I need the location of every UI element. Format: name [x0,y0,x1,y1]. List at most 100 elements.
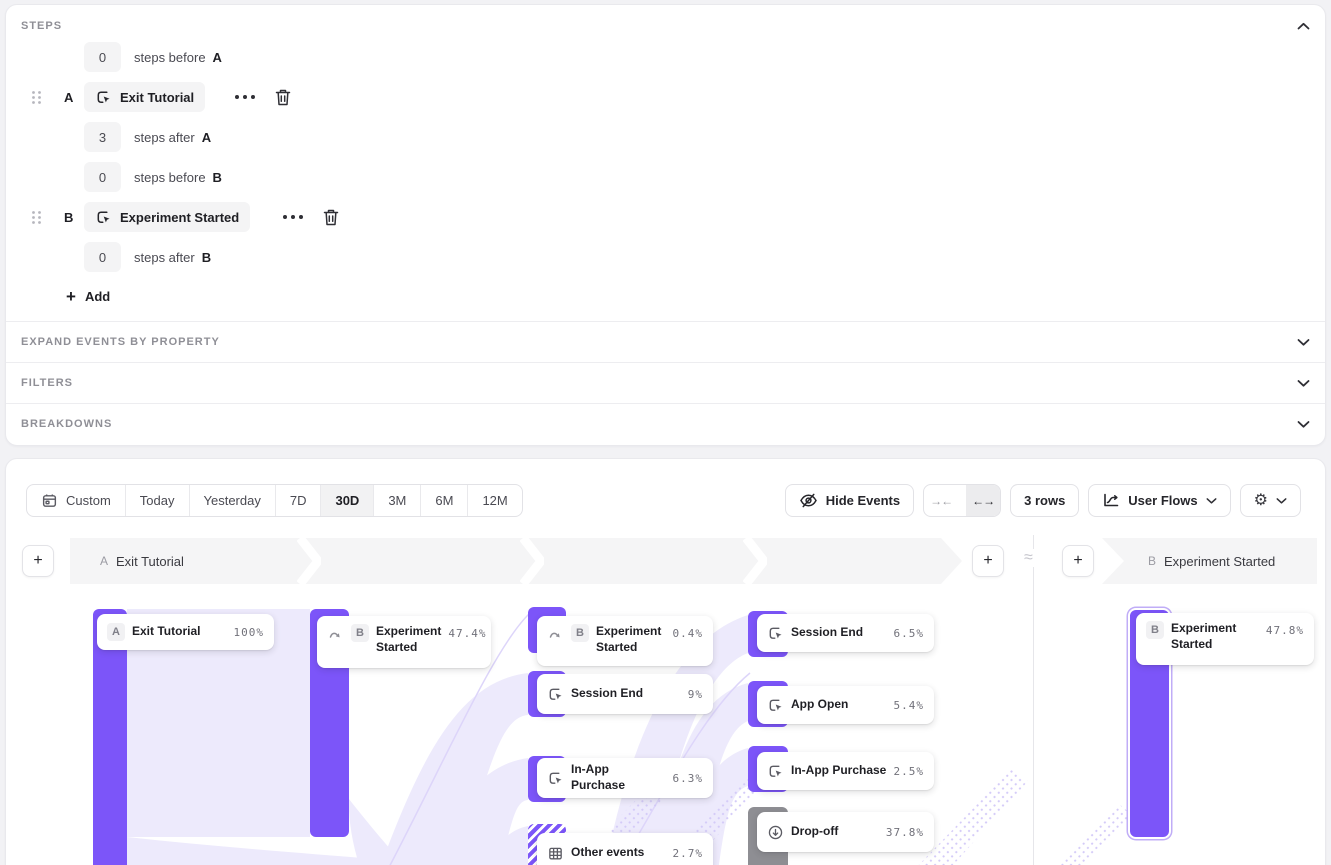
node-percent: 47.8% [1266,624,1304,637]
chevron-down-icon [1276,497,1287,505]
rows-count-button[interactable]: 3 rows [1010,484,1079,517]
collapse-steps-icon[interactable] [1297,22,1310,31]
eye-off-icon [799,492,818,509]
date-range-label: Custom [66,493,111,508]
date-range-custom[interactable]: Custom [27,485,126,516]
add-column-right-button[interactable]: + [1062,545,1094,577]
flow-card-session-end-2[interactable]: Session End 6.5% [757,614,934,652]
collapse-columns-button[interactable]: →← [924,485,958,516]
date-range-yesterday[interactable]: Yesterday [190,485,276,516]
steps-before-b-input[interactable]: 0 [84,162,121,192]
delete-step-icon[interactable] [322,208,340,227]
gear-icon: ⚙ [1254,493,1268,509]
more-options-icon[interactable] [281,212,305,222]
add-step-label: Add [85,289,110,304]
expand-columns-button[interactable]: ←→ [966,485,1000,516]
query-builder-panel: STEPS 0 steps beforeA A Exit Tutorial 3 … [5,4,1326,446]
node-percent: 6.5% [894,627,925,640]
date-range-30d-selected[interactable]: 30D [321,485,374,516]
view-type-dropdown[interactable]: User Flows [1088,484,1230,517]
node-title: Session End [791,625,863,641]
date-range-control: Custom Today Yesterday 7D 30D 3M 6M 12M [26,484,523,517]
node-title: Exit Tutorial [132,624,200,640]
event-click-icon [95,89,112,106]
calendar-icon [41,492,58,509]
flow-card-in-app-purchase-2[interactable]: In-App Purchase 2.5% [757,752,934,790]
node-title: Experiment Started [596,624,666,655]
flows-chart-icon [1102,492,1120,509]
event-chip-label: Exit Tutorial [120,90,194,105]
steps-after-label: steps after [134,250,195,265]
flow-card-drop-off[interactable]: Drop-off 37.8% [757,812,934,852]
date-range-3m[interactable]: 3M [374,485,421,516]
node-title: App Open [791,697,848,713]
node-percent: 37.8% [886,826,924,839]
steps-before-row: 0 steps beforeB [6,162,1325,192]
band-name: Experiment Started [1164,554,1275,569]
event-click-icon [767,697,784,714]
step-band-b: BExperiment Started [1102,538,1317,584]
flow-card-in-app-purchase[interactable]: In-App Purchase 6.3% [537,758,713,798]
node-percent: 100% [234,626,265,639]
flow-card-experiment-started-2[interactable]: B Experiment Started 0.4% [537,616,713,666]
section-expand-events-by-property[interactable]: EXPAND EVENTS BY PROPERTY [6,321,1325,362]
node-title: Experiment Started [376,624,441,655]
chevron-down-icon [1297,420,1310,429]
section-label: FILTERS [21,377,73,389]
section-breakdowns[interactable]: BREAKDOWNS [6,403,1325,444]
hide-events-button[interactable]: Hide Events [785,484,914,517]
plus-icon: + [66,288,76,305]
add-column-middle-button[interactable]: + [972,545,1004,577]
node-percent: 9% [688,688,703,701]
flow-card-other-events[interactable]: Other events 2.7% [537,833,713,865]
steps-section-title: STEPS [21,20,62,32]
settings-dropdown[interactable]: ⚙ [1240,484,1301,517]
steps-before-label: steps before [134,50,206,65]
steps-after-a-input[interactable]: 3 [84,122,121,152]
node-title: Experiment Started [1171,621,1243,652]
steps-after-b-input[interactable]: 0 [84,242,121,272]
step-badge: B [1146,621,1164,639]
skip-steps-icon [327,627,344,640]
step-a-row: A Exit Tutorial [6,82,1325,112]
flow-card-exit-tutorial[interactable]: A Exit Tutorial 100% [97,614,274,650]
more-options-icon[interactable] [233,92,257,102]
flow-card-experiment-started[interactable]: B Experiment Started 47.4% [317,616,491,668]
node-title: Drop-off [791,824,838,840]
node-percent: 47.4% [448,627,486,640]
add-step-button[interactable]: + Add [66,288,110,305]
date-range-6m[interactable]: 6M [421,485,468,516]
step-badge: A [107,623,125,641]
chevron-down-icon [1206,497,1217,505]
step-ref: A [213,50,222,65]
event-chip-exit-tutorial[interactable]: Exit Tutorial [84,82,205,112]
flow-card-session-end[interactable]: Session End 9% [537,674,713,714]
step-badge: B [351,624,369,642]
delete-step-icon[interactable] [274,88,292,107]
add-column-left-button[interactable]: + [22,545,54,577]
flow-card-experiment-started-selected[interactable]: B Experiment Started 47.8% [1136,613,1314,665]
steps-before-row: 0 steps before A [6,42,1325,72]
chevron-down-icon [1297,379,1310,388]
drag-handle-icon[interactable] [31,210,42,225]
step-letter: B [64,210,73,225]
chevron-down-icon [1297,338,1310,347]
drag-handle-icon[interactable] [31,90,42,105]
node-percent: 0.4% [673,627,704,640]
flows-report-panel: Custom Today Yesterday 7D 30D 3M 6M 12M … [5,458,1326,865]
step-letter: A [64,90,73,105]
section-filters[interactable]: FILTERS [6,362,1325,403]
date-range-today[interactable]: Today [126,485,190,516]
node-percent: 5.4% [894,699,925,712]
event-click-icon [767,763,784,780]
event-click-icon [547,686,564,703]
date-range-7d[interactable]: 7D [276,485,322,516]
event-chip-experiment-started[interactable]: Experiment Started [84,202,250,232]
flow-card-app-open[interactable]: App Open 5.4% [757,686,934,724]
steps-before-a-input[interactable]: 0 [84,42,121,72]
approx-symbol: ≈ [1020,549,1037,567]
step-b-row: B Experiment Started [6,202,1325,232]
date-range-12m[interactable]: 12M [468,485,521,516]
view-type-label: User Flows [1128,493,1197,508]
node-percent: 2.7% [673,847,704,860]
